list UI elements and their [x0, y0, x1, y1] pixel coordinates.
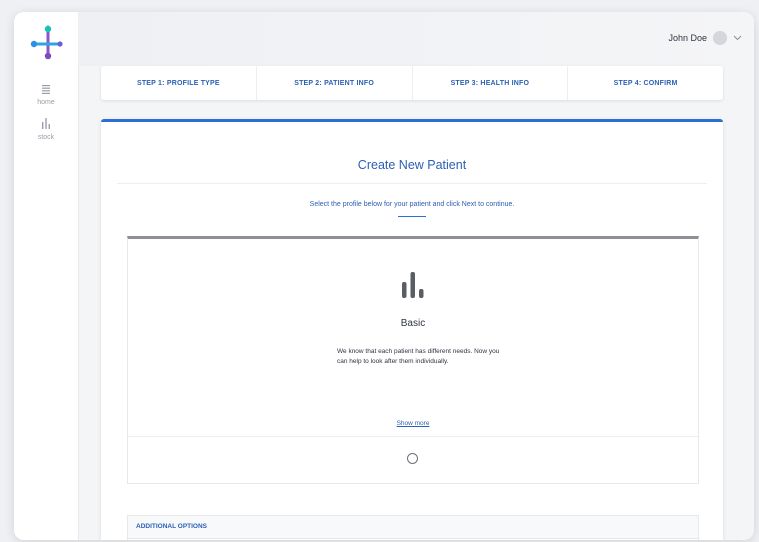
- sidebar: home stock: [14, 12, 79, 540]
- top-bar: John Doe: [78, 12, 754, 66]
- page-title: Create New Patient: [357, 158, 467, 172]
- home-icon: [14, 83, 78, 97]
- sidebar-item-label: stock: [37, 134, 55, 141]
- profile-card-description: We know that each patient has different …: [337, 348, 500, 365]
- additional-options-header[interactable]: ADDITIONAL OPTIONS: [128, 516, 698, 539]
- title-divider: [117, 183, 707, 184]
- instructions-underline: [398, 216, 426, 217]
- step-patient-info[interactable]: STEP 2: PATIENT INFO: [257, 66, 413, 100]
- stepper: STEP 1: PROFILE TYPE STEP 2: PATIENT INF…: [101, 66, 723, 100]
- bar-chart-icon: [402, 272, 424, 298]
- step-confirm[interactable]: STEP 4: CONFIRM: [568, 66, 723, 100]
- profile-card-title: Basic: [400, 318, 426, 329]
- instructions-text: Select the profile below for your patien…: [309, 201, 515, 208]
- app-logo-icon[interactable]: [22, 18, 70, 66]
- step-profile-type[interactable]: STEP 1: PROFILE TYPE: [101, 66, 257, 100]
- user-name: John Doe: [668, 33, 707, 43]
- profile-radio-basic[interactable]: [407, 453, 418, 464]
- avatar: [713, 31, 727, 45]
- stock-chart-icon: [14, 118, 78, 132]
- user-menu[interactable]: John Doe: [668, 31, 742, 45]
- card-divider: [128, 436, 698, 437]
- chevron-down-icon: [733, 35, 742, 41]
- show-more-link[interactable]: Show more: [128, 420, 698, 427]
- sidebar-item-stock[interactable]: stock: [14, 118, 78, 141]
- app-window: home stock John Doe STEP 1: PROFILE TYPE…: [14, 12, 754, 540]
- sidebar-item-label: home: [37, 99, 55, 106]
- sidebar-item-home[interactable]: home: [14, 83, 78, 106]
- additional-options-section: ADDITIONAL OPTIONS: [127, 515, 699, 540]
- step-health-info[interactable]: STEP 3: HEALTH INFO: [413, 66, 569, 100]
- create-patient-panel: Create New Patient Select the profile be…: [101, 119, 723, 540]
- profile-card-basic[interactable]: Basic We know that each patient has diff…: [127, 236, 699, 484]
